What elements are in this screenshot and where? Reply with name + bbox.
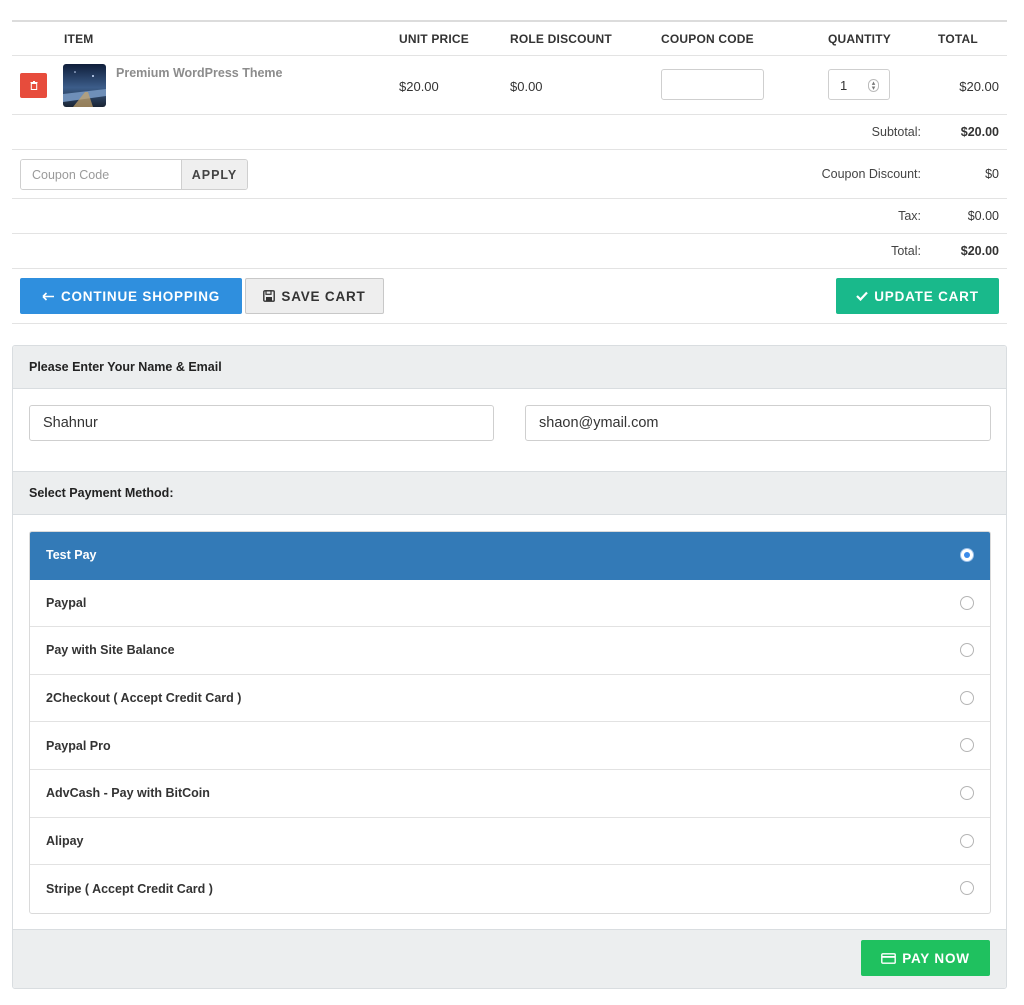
payment-radio[interactable] [960, 595, 974, 610]
payment-method-label: Paypal [46, 595, 87, 610]
payment-radio[interactable] [960, 833, 974, 848]
checkout-panel: Please Enter Your Name & Email Shahnur s… [12, 345, 1007, 989]
coupon-code-input[interactable] [21, 160, 181, 189]
header-total: TOTAL [938, 31, 978, 46]
payment-radio[interactable] [960, 643, 974, 658]
payment-method-item[interactable]: AdvCash - Pay with BitCoin [30, 770, 990, 818]
payment-radio[interactable] [960, 738, 974, 753]
tax-row: Tax: $0.00 [12, 199, 1007, 234]
product-thumbnail[interactable] [63, 64, 106, 107]
payment-method-label: Paypal Pro [46, 738, 111, 753]
payment-radio[interactable] [960, 548, 974, 562]
update-cart-label: UPDATE CART [874, 288, 979, 304]
coupon-form: APPLY [20, 159, 248, 190]
payment-radio[interactable] [960, 881, 974, 896]
spinner-icon[interactable]: ▴ ▾ [868, 79, 879, 92]
name-email-section: Shahnur shaon@ymail.com [13, 389, 1006, 472]
subtotal-row: Subtotal: $20.00 [12, 115, 1007, 150]
subtotal-label: Subtotal: [871, 125, 921, 139]
pay-now-button[interactable]: PAY NOW [861, 940, 990, 976]
floppy-disk-icon [263, 290, 276, 302]
save-cart-label: SAVE CART [281, 288, 366, 304]
item-total: $20.00 [959, 79, 999, 94]
trash-icon [30, 81, 37, 90]
name-email-heading: Please Enter Your Name & Email [13, 346, 1006, 389]
payment-method-label: AdvCash - Pay with BitCoin [46, 786, 210, 801]
continue-shopping-label: CONTINUE SHOPPING [60, 288, 221, 304]
header-item: ITEM [64, 31, 94, 46]
tax-value: $0.00 [967, 209, 999, 223]
payment-method-label: Test Pay [46, 548, 97, 563]
continue-shopping-button[interactable]: CONTINUE SHOPPING [20, 278, 242, 314]
payment-radio[interactable] [960, 690, 974, 705]
pay-now-label: PAY NOW [902, 950, 970, 966]
total-label: Total: [891, 244, 921, 258]
item-unit-price: $20.00 [399, 79, 439, 94]
cart-item-row: Premium WordPress Theme $20.00 $0.00 1 ▴… [12, 56, 1007, 115]
payment-method-item[interactable]: Paypal [30, 580, 990, 628]
payment-radio[interactable] [960, 785, 974, 800]
panel-footer: PAY NOW [13, 929, 1006, 988]
coupon-row: APPLY Coupon Discount: $0 [12, 150, 1007, 199]
payment-method-label: Alipay [46, 833, 84, 848]
quantity-stepper[interactable]: 1 ▴ ▾ [828, 69, 890, 100]
cart-header-row: ITEM UNIT PRICE ROLE DISCOUNT COUPON COD… [12, 20, 1007, 56]
subtotal-value: $20.00 [960, 125, 999, 139]
header-unit-price: UNIT PRICE [399, 31, 470, 46]
arrow-left-icon [42, 291, 55, 301]
payment-method-label: Stripe ( Accept Credit Card ) [46, 881, 213, 896]
cart-actions: CONTINUE SHOPPING SAVE CART UPDATE CART [12, 270, 1007, 324]
header-role-discount: ROLE DISCOUNT [510, 31, 612, 46]
total-row: Total: $20.00 [12, 234, 1007, 269]
remove-item-button[interactable] [20, 73, 47, 98]
item-role-discount: $0.00 [510, 79, 543, 94]
coupon-discount-label: Coupon Discount: [821, 167, 921, 181]
payment-method-item[interactable]: 2Checkout ( Accept Credit Card ) [30, 675, 990, 723]
payment-method-heading: Select Payment Method: [13, 472, 1006, 515]
header-coupon-code: COUPON CODE [661, 31, 754, 46]
header-quantity: QUANTITY [828, 31, 891, 46]
cart-table: ITEM UNIT PRICE ROLE DISCOUNT COUPON COD… [12, 20, 1007, 269]
payment-method-item[interactable]: Pay with Site Balance [30, 627, 990, 675]
payment-method-item[interactable]: Paypal Pro [30, 722, 990, 770]
payment-method-item[interactable]: Stripe ( Accept Credit Card ) [30, 865, 990, 913]
payment-method-item[interactable]: Alipay [30, 818, 990, 866]
apply-coupon-button[interactable]: APPLY [181, 160, 247, 189]
payment-method-item[interactable]: Test Pay [30, 532, 990, 580]
quantity-value: 1 [840, 78, 848, 93]
payment-method-list: Test Pay Paypal Pay with Site Balance 2C… [29, 531, 991, 914]
product-name-link[interactable]: Premium WordPress Theme [116, 66, 283, 80]
payment-method-label: 2Checkout ( Accept Credit Card ) [46, 691, 242, 706]
checkout-page: ITEM UNIT PRICE ROLE DISCOUNT COUPON COD… [0, 0, 1024, 1005]
total-value: $20.00 [960, 244, 999, 258]
name-field[interactable]: Shahnur [29, 405, 494, 441]
payment-method-label: Pay with Site Balance [46, 643, 175, 658]
tax-label: Tax: [898, 209, 921, 223]
credit-card-icon [881, 952, 897, 964]
coupon-discount-value: $0 [985, 167, 999, 181]
save-cart-button[interactable]: SAVE CART [245, 278, 384, 314]
checkmark-icon [856, 291, 869, 301]
email-field[interactable]: shaon@ymail.com [525, 405, 991, 441]
update-cart-button[interactable]: UPDATE CART [836, 278, 999, 314]
item-coupon-input[interactable] [661, 69, 764, 100]
